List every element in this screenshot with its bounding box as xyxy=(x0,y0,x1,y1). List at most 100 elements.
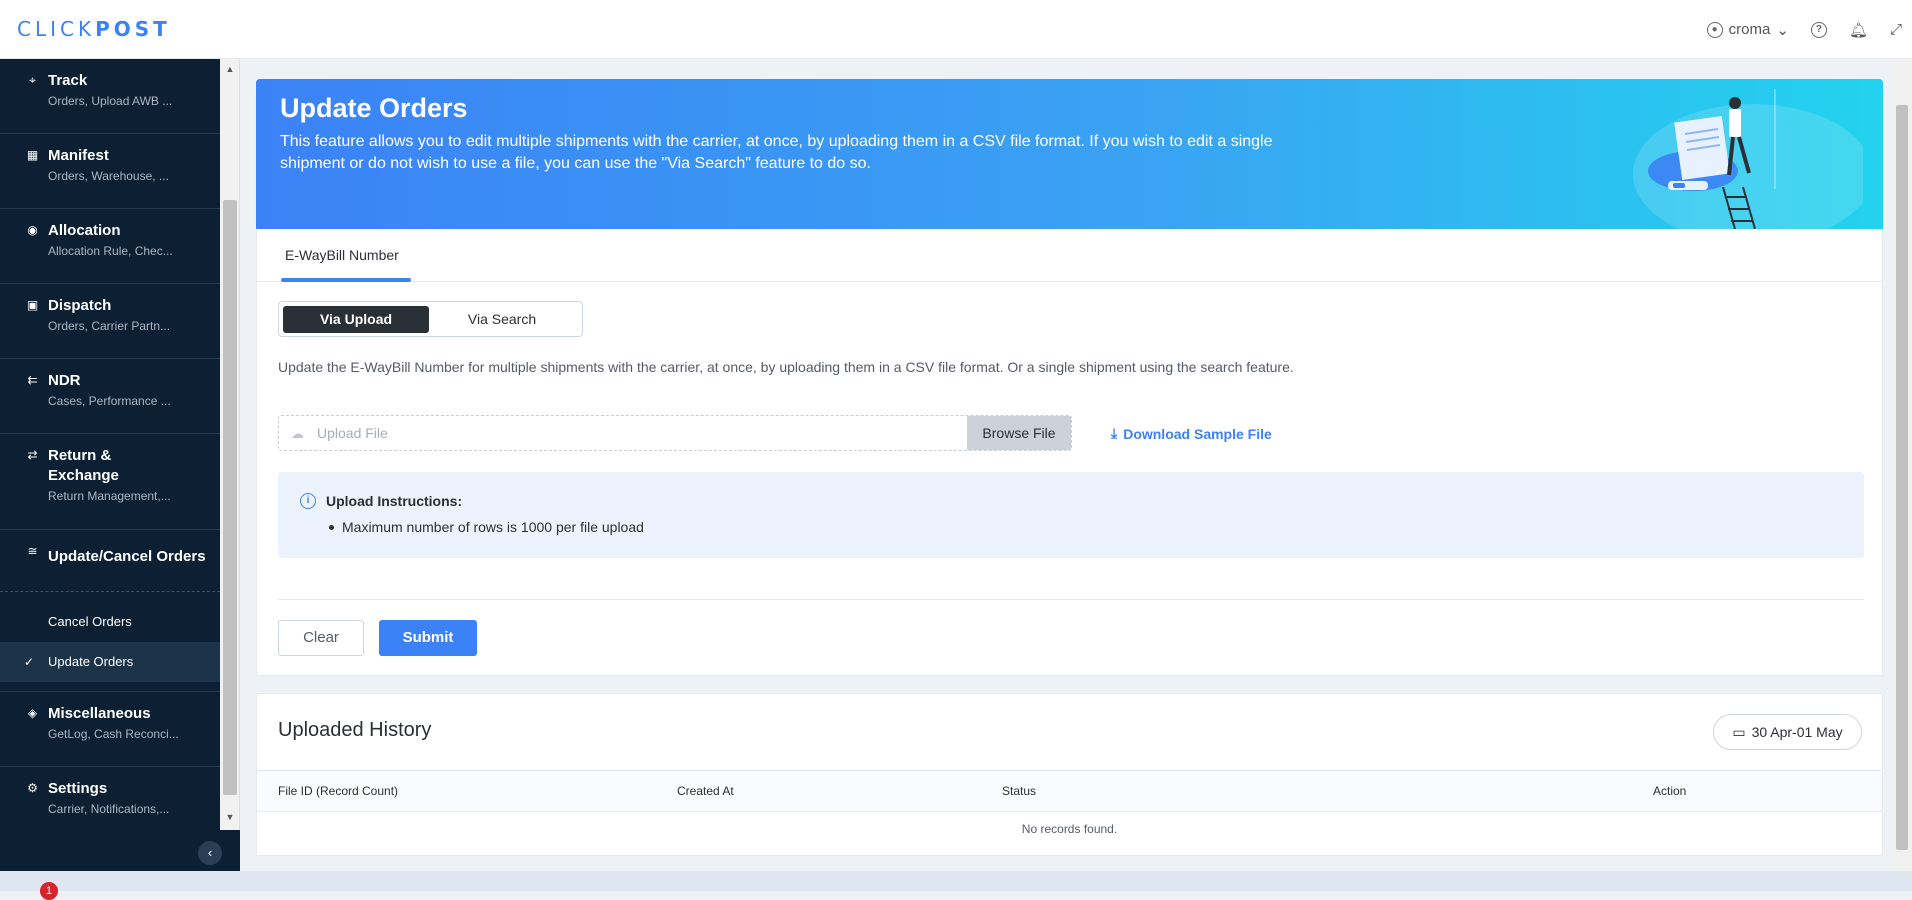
sidebar-item-miscellaneous[interactable]: ◈ Miscellaneous GetLog, Cash Reconci... xyxy=(0,692,220,767)
column-header: Created At xyxy=(677,784,734,798)
expand-icon[interactable]: ⤢ xyxy=(1890,21,1902,38)
sidebar-item-track[interactable]: ⌖ Track Orders, Upload AWB ... xyxy=(0,59,220,134)
column-header: File ID (Record Count) xyxy=(278,784,399,798)
update-orders-card: E-WayBill Number Via Upload Via Search U… xyxy=(256,229,1883,676)
top-right-actions: ● croma ⌄ ? 🔔︎ ⤢ xyxy=(1706,0,1902,59)
uploaded-history-card: Uploaded History ▭ 30 Apr-01 May File ID… xyxy=(256,693,1883,856)
clear-button[interactable]: Clear xyxy=(278,620,364,656)
main-content: Update Orders This feature allows you to… xyxy=(240,59,1892,871)
download-sample-file-link[interactable]: ⤓ Download Sample File xyxy=(1111,425,1272,442)
chevron-down-icon: ⌄ xyxy=(1776,21,1789,39)
tab-e-waybill-number[interactable]: E-WayBill Number xyxy=(281,229,403,282)
user-name: croma xyxy=(1728,21,1771,38)
user-menu[interactable]: ● croma ⌄ xyxy=(1706,21,1789,39)
exchange-icon: ⇄ xyxy=(27,448,38,462)
bullet xyxy=(329,525,334,530)
column-header: Status xyxy=(1002,784,1037,798)
via-upload-button[interactable]: Via Upload xyxy=(283,306,429,333)
sidebar-item-subtitle: Cases, Performance ... xyxy=(48,394,171,408)
bag-icon: ▣ xyxy=(26,298,39,312)
column-header: Action xyxy=(1653,784,1687,798)
active-tab-indicator xyxy=(281,278,411,282)
sidebar-item-settings[interactable]: ⚙ Settings Carrier, Notifications,... xyxy=(0,767,220,829)
user-icon: ● xyxy=(1706,21,1723,38)
sidebar-item-manifest[interactable]: ▦ Manifest Orders, Warehouse, ... xyxy=(0,134,220,209)
layers-icon: ◈ xyxy=(27,706,38,720)
scroll-down-arrow-icon[interactable]: ▼ xyxy=(224,812,236,822)
sidebar-item-subtitle: Orders, Upload AWB ... xyxy=(48,94,173,108)
sidebar-item-title: Dispatch xyxy=(48,297,112,314)
instructions-title: Upload Instructions: xyxy=(326,493,463,509)
browse-file-button[interactable]: Browse File xyxy=(967,416,1071,450)
sidebar-item-title: Settings xyxy=(48,780,108,797)
sidebar-nav: ⌖ Track Orders, Upload AWB ... ▦ Manifes… xyxy=(0,59,220,829)
sidebar-item-subtitle: Return Management,... xyxy=(48,489,171,503)
os-taskbar xyxy=(0,871,1912,891)
ndr-icon: ⇇ xyxy=(27,373,38,387)
sidebar-item-update-cancel-orders[interactable]: ≅ Update/Cancel Orders xyxy=(0,530,220,592)
instruction-item: Maximum number of rows is 1000 per file … xyxy=(342,519,644,535)
upload-instructions: i Upload Instructions: Maximum number of… xyxy=(278,472,1864,558)
sidebar-subitem-cancel-orders[interactable]: Cancel Orders xyxy=(0,602,220,642)
sidebar-item-subtitle: Orders, Carrier Partn... xyxy=(48,319,171,333)
sidebar-subitem-update-orders[interactable]: ✓ Update Orders xyxy=(0,642,220,682)
sidebar-item-subtitle: Orders, Warehouse, ... xyxy=(48,169,169,183)
top-bar: CLICKPOST ● croma ⌄ ? 🔔︎ ⤢ xyxy=(0,0,1912,59)
download-label: Download Sample File xyxy=(1123,425,1272,442)
sidebar-item-title: Track xyxy=(48,72,88,89)
gear-icon: ⚙ xyxy=(27,781,38,795)
history-table-header: File ID (Record Count) Created At Status… xyxy=(257,770,1882,812)
cloud-upload-icon: ☁ xyxy=(291,426,304,441)
divider xyxy=(278,599,1864,600)
help-icon[interactable]: ? xyxy=(1810,21,1827,38)
sidebar-subitem-label: Update Orders xyxy=(48,654,134,669)
bell-icon[interactable]: 🔔︎ xyxy=(1849,21,1868,39)
sidebar-item-subtitle: Carrier, Notifications,... xyxy=(48,802,170,816)
manifest-icon: ▦ xyxy=(26,148,39,162)
sidebar-scrollbar-thumb[interactable] xyxy=(223,200,237,795)
mode-toggle: Via Upload Via Search xyxy=(278,301,583,337)
sidebar-item-dispatch[interactable]: ▣ Dispatch Orders, Carrier Partn... xyxy=(0,284,220,359)
sidebar-item-title: Return & Exchange xyxy=(48,447,119,484)
upload-placeholder: Upload File xyxy=(317,425,388,441)
sidebar-item-title: NDR xyxy=(48,372,81,389)
upload-description: Update the E-WayBill Number for multiple… xyxy=(278,359,1294,375)
sidebar-item-subtitle: GetLog, Cash Reconci... xyxy=(48,727,179,741)
sidebar-spacer xyxy=(0,682,220,692)
via-search-button[interactable]: Via Search xyxy=(429,306,575,333)
sidebar-item-title: Allocation xyxy=(48,222,121,239)
collapse-sidebar-button[interactable]: ‹ xyxy=(198,841,222,865)
location-pin-icon: ⌖ xyxy=(29,73,36,87)
download-icon: ⤓ xyxy=(1111,425,1118,441)
submit-button[interactable]: Submit xyxy=(379,620,477,656)
clickpost-logo[interactable]: CLICKPOST xyxy=(17,17,171,41)
date-range-picker[interactable]: ▭ 30 Apr-01 May xyxy=(1713,714,1862,750)
sidebar-item-title: Manifest xyxy=(48,147,109,164)
sidebar-item-allocation[interactable]: ◉ Allocation Allocation Rule, Chec... xyxy=(0,209,220,284)
scroll-up-arrow-icon[interactable]: ▲ xyxy=(224,64,236,74)
target-icon: ◉ xyxy=(27,223,38,237)
page-scrollbar-thumb[interactable] xyxy=(1896,105,1908,850)
edit-list-icon: ≅ xyxy=(27,544,38,558)
info-icon: i xyxy=(300,493,316,509)
sidebar-item-subtitle: Allocation Rule, Chec... xyxy=(48,244,173,258)
sidebar-item-ndr[interactable]: ⇇ NDR Cases, Performance ... xyxy=(0,359,220,434)
empty-table-message: No records found. xyxy=(1021,822,1118,836)
page-description: This feature allows you to edit multiple… xyxy=(280,133,1273,172)
date-range-label: 30 Apr-01 May xyxy=(1751,724,1843,740)
upload-illustration xyxy=(1633,89,1863,229)
page-title: Update Orders xyxy=(280,93,468,123)
sidebar-subitem-label: Cancel Orders xyxy=(48,614,132,629)
notification-badge: 1 xyxy=(40,882,58,900)
sidebar-item-title: Update/Cancel Orders xyxy=(48,548,206,565)
tab-bar: E-WayBill Number xyxy=(257,229,1882,282)
file-upload-field[interactable]: ☁ Upload File Browse File xyxy=(278,415,1072,451)
sidebar-item-return-exchange[interactable]: ⇄ Return & Exchange Return Management,..… xyxy=(0,434,220,530)
check-icon: ✓ xyxy=(24,655,35,669)
sidebar-item-title: Miscellaneous xyxy=(48,705,151,722)
page-banner: Update Orders This feature allows you to… xyxy=(256,79,1883,229)
uploaded-history-title: Uploaded History xyxy=(278,719,432,741)
calendar-icon: ▭ xyxy=(1732,723,1746,740)
sidebar: ⌖ Track Orders, Upload AWB ... ▦ Manifes… xyxy=(0,59,220,871)
